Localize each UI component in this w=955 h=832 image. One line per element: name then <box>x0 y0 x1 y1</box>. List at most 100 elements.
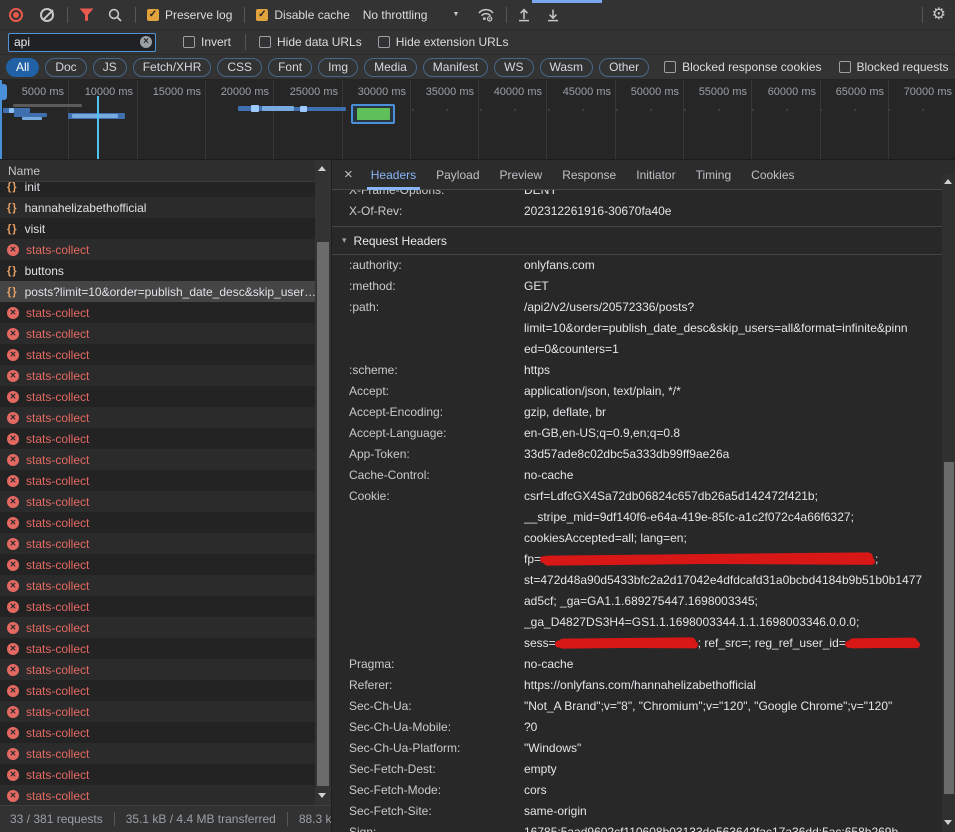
request-row[interactable]: ✕stats-collect <box>0 302 315 323</box>
request-headers-section-header[interactable]: ▾Request Headers <box>332 226 942 255</box>
request-row[interactable]: ✕stats-collect <box>0 743 315 764</box>
request-row[interactable]: ✕stats-collect <box>0 680 315 701</box>
scroll-up-icon[interactable] <box>944 179 952 184</box>
request-row[interactable]: ✕stats-collect <box>0 596 315 617</box>
request-row[interactable]: ✕stats-collect <box>0 323 315 344</box>
request-row[interactable]: ✕stats-collect <box>0 533 315 554</box>
import-har-button[interactable] <box>516 7 532 23</box>
header-name: Sec-Ch-Ua-Mobile: <box>332 717 524 738</box>
hide-extension-urls-checkbox[interactable]: Hide extension URLs <box>378 35 509 49</box>
request-row[interactable]: ✕stats-collect <box>0 617 315 638</box>
header-value-line: https <box>524 360 942 381</box>
header-value-text: same-origin <box>524 804 587 818</box>
disable-cache-checkbox[interactable]: ✓ Disable cache <box>256 8 349 22</box>
request-row[interactable]: ✕stats-collect <box>0 638 315 659</box>
scroll-up-icon[interactable] <box>318 166 326 171</box>
request-row[interactable]: {}visit <box>0 218 315 239</box>
hide-data-urls-checkbox[interactable]: Hide data URLs <box>259 35 362 49</box>
name-column-header[interactable]: Name <box>0 160 315 182</box>
request-name: stats-collect <box>26 621 89 635</box>
throttling-select[interactable]: No throttling ▼ <box>363 8 460 22</box>
export-har-button[interactable] <box>545 7 561 23</box>
request-row[interactable]: ✕stats-collect <box>0 785 315 805</box>
request-row[interactable]: {}hannahelizabethofficial <box>0 197 315 218</box>
filter-chip-manifest[interactable]: Manifest <box>423 58 488 77</box>
timeline-tick-label: 45000 ms <box>563 86 611 98</box>
scroll-down-icon[interactable] <box>944 820 952 825</box>
section-toggle-icon: ▾ <box>342 235 347 246</box>
detail-scrollbar[interactable] <box>942 174 955 832</box>
tab-preview[interactable]: Preview <box>490 160 553 190</box>
header-name: Sign: <box>332 822 524 832</box>
header-row: :scheme:https <box>332 360 942 381</box>
overview-drag-handle[interactable] <box>0 84 7 100</box>
filter-chip-ws[interactable]: WS <box>494 58 533 77</box>
request-row[interactable]: ✕stats-collect <box>0 386 315 407</box>
header-value-text: sess= <box>524 636 556 650</box>
filter-chip-img[interactable]: Img <box>318 58 358 77</box>
requests-scrollbar[interactable] <box>315 160 331 805</box>
blocked-requests-checkbox[interactable]: Blocked requests <box>839 60 949 74</box>
request-row[interactable]: {}posts?limit=10&order=publish_date_desc… <box>0 281 315 302</box>
timeline-tick-label: 30000 ms <box>358 86 406 98</box>
request-row[interactable]: ✕stats-collect <box>0 239 315 260</box>
close-icon[interactable]: × <box>344 166 353 183</box>
header-value-text: fp= <box>524 552 541 566</box>
tab-initiator[interactable]: Initiator <box>626 160 685 190</box>
header-value-line: fp=; <box>524 549 942 570</box>
filter-chip-js[interactable]: JS <box>93 58 127 77</box>
filter-chip-css[interactable]: CSS <box>217 58 262 77</box>
blocked-response-cookies-checkbox[interactable]: Blocked response cookies <box>664 60 821 74</box>
filter-input[interactable] <box>8 33 156 52</box>
requests-scrollbar-thumb[interactable] <box>317 242 329 786</box>
record-button[interactable] <box>9 8 23 22</box>
filter-chip-all[interactable]: All <box>6 58 39 77</box>
timeline-gridline <box>273 80 274 160</box>
filter-chip-font[interactable]: Font <box>268 58 312 77</box>
waterfall-bar <box>262 106 294 111</box>
preserve-log-checkbox[interactable]: ✓ Preserve log <box>147 8 232 22</box>
network-conditions-button[interactable] <box>477 7 495 22</box>
request-row[interactable]: ✕stats-collect <box>0 449 315 470</box>
request-row[interactable]: {}init <box>0 182 315 197</box>
request-row[interactable]: ✕stats-collect <box>0 659 315 680</box>
network-overview-timeline[interactable]: 5000 ms10000 ms15000 ms20000 ms25000 ms3… <box>0 80 955 160</box>
request-row[interactable]: {}buttons <box>0 260 315 281</box>
clear-icon <box>40 8 54 22</box>
request-row[interactable]: ✕stats-collect <box>0 722 315 743</box>
tab-cookies[interactable]: Cookies <box>741 160 804 190</box>
settings-button[interactable]: ⚙ <box>932 7 946 23</box>
request-row[interactable]: ✕stats-collect <box>0 428 315 449</box>
filter-chip-other[interactable]: Other <box>599 58 649 77</box>
tab-payload[interactable]: Payload <box>426 160 489 190</box>
search-button[interactable] <box>108 8 122 22</box>
request-row[interactable]: ✕stats-collect <box>0 344 315 365</box>
invert-checkbox[interactable]: Invert <box>183 35 231 49</box>
tab-timing[interactable]: Timing <box>686 160 742 190</box>
filter-chip-media[interactable]: Media <box>364 58 417 77</box>
header-value-text: GET <box>524 279 549 293</box>
request-row[interactable]: ✕stats-collect <box>0 764 315 785</box>
filter-chip-fetch-xhr[interactable]: Fetch/XHR <box>133 58 212 77</box>
filter-chip-doc[interactable]: Doc <box>45 58 86 77</box>
clear-filter-icon[interactable]: × <box>140 36 152 48</box>
request-row[interactable]: ✕stats-collect <box>0 701 315 722</box>
request-row[interactable]: ✕stats-collect <box>0 470 315 491</box>
scroll-down-icon[interactable] <box>318 793 326 798</box>
request-row[interactable]: ✕stats-collect <box>0 512 315 533</box>
header-value: "Not_A Brand";v="8", "Chromium";v="120",… <box>524 696 942 717</box>
filter-chip-wasm[interactable]: Wasm <box>540 58 594 77</box>
request-row[interactable]: ✕stats-collect <box>0 365 315 386</box>
clear-button[interactable] <box>40 8 54 22</box>
request-row[interactable]: ✕stats-collect <box>0 407 315 428</box>
filter-toggle-button[interactable] <box>79 8 94 21</box>
request-row[interactable]: ✕stats-collect <box>0 554 315 575</box>
request-row[interactable]: ✕stats-collect <box>0 575 315 596</box>
tab-response[interactable]: Response <box>552 160 626 190</box>
request-row[interactable]: ✕stats-collect <box>0 491 315 512</box>
timeline-gridline <box>820 80 821 160</box>
header-value: 16785:5aad9602cf110608b03133de563642fac1… <box>524 822 942 832</box>
tab-headers[interactable]: Headers <box>361 160 426 190</box>
request-name: stats-collect <box>26 411 89 425</box>
detail-scrollbar-thumb[interactable] <box>944 462 954 794</box>
